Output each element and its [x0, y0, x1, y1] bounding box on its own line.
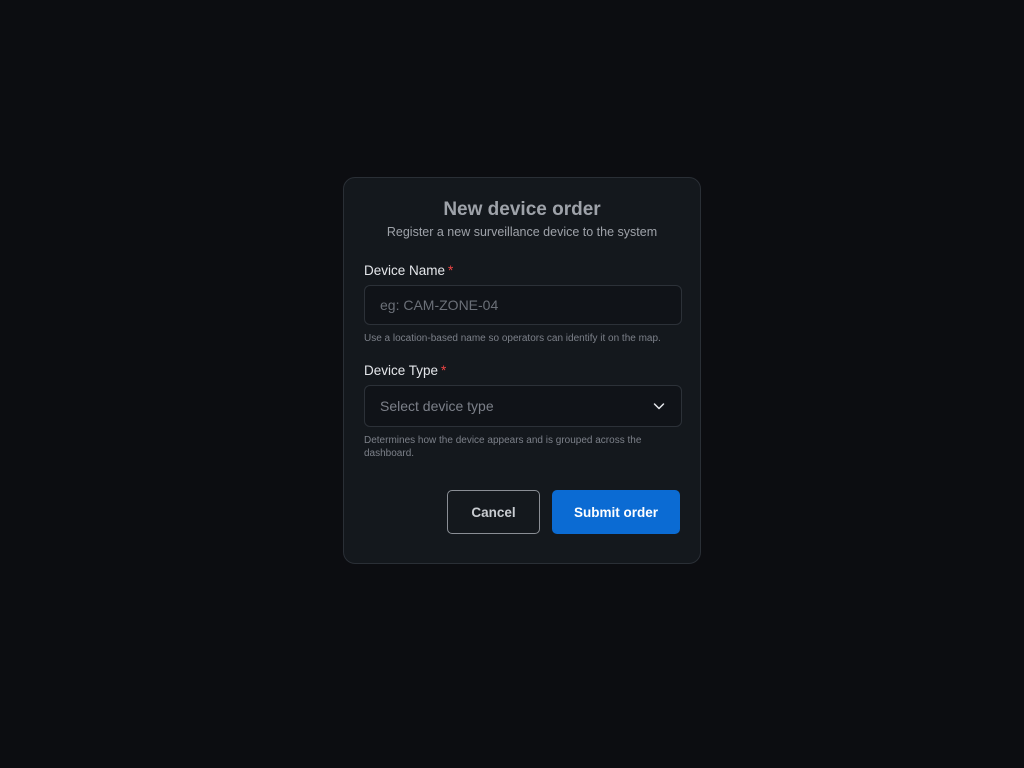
device-type-label: Device Type * [364, 363, 680, 379]
device-name-label: Device Name * [364, 263, 680, 279]
device-type-select[interactable]: Select device type [364, 385, 682, 427]
required-marker: * [441, 363, 447, 378]
device-name-input[interactable] [364, 285, 682, 325]
submit-order-button[interactable]: Submit order [552, 490, 680, 534]
new-device-order-dialog: New device order Register a new surveill… [343, 177, 701, 564]
dialog-actions: Cancel Submit order [447, 490, 680, 534]
device-name-label-text: Device Name [364, 263, 446, 278]
cancel-button[interactable]: Cancel [447, 490, 540, 534]
chevron-down-icon [652, 399, 666, 413]
required-marker: * [448, 263, 454, 278]
dialog-title: New device order [443, 199, 601, 220]
dialog-subtitle: Register a new surveillance device to th… [386, 225, 658, 239]
device-type-helper: Determines how the device appears and is… [364, 435, 642, 459]
device-name-helper: Use a location-based name so operators c… [364, 333, 661, 344]
device-type-select-value: Select device type [380, 398, 494, 414]
device-type-label-text: Device Type [364, 363, 439, 378]
